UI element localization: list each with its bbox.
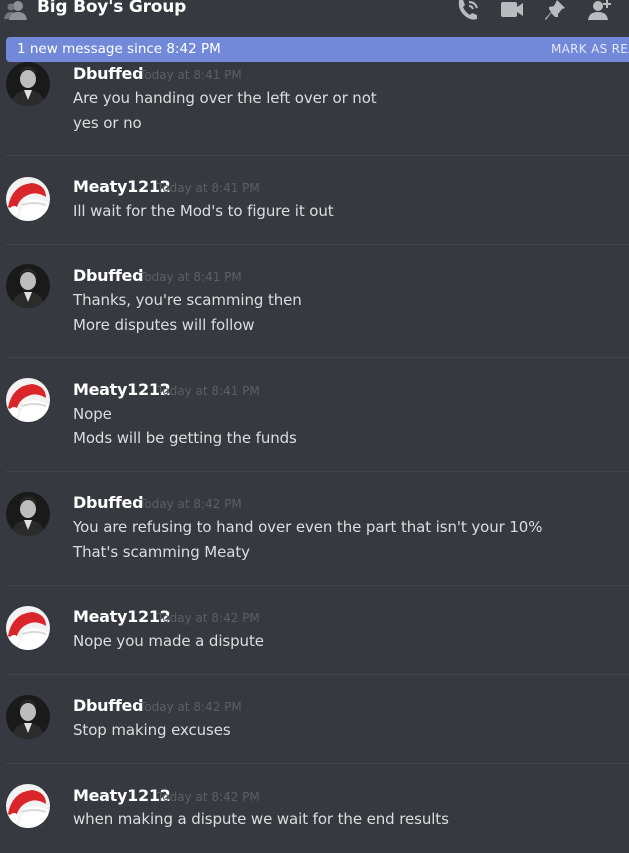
avatar-dbuffed[interactable] bbox=[6, 62, 50, 106]
message-divider bbox=[6, 763, 629, 764]
username[interactable]: Dbuffed bbox=[73, 64, 144, 83]
timestamp: Today at 8:41 PM bbox=[157, 181, 260, 195]
message-divider bbox=[6, 244, 629, 245]
message-feed: Dbuffed Today at 8:41 PM Are you handing… bbox=[0, 0, 629, 853]
avatar-meaty1212[interactable] bbox=[6, 606, 50, 650]
avatar-meaty1212[interactable] bbox=[6, 784, 50, 828]
username[interactable]: Meaty1212 bbox=[73, 380, 171, 399]
username[interactable]: Dbuffed bbox=[73, 493, 144, 512]
username[interactable]: Dbuffed bbox=[73, 696, 144, 715]
message-text: yes or no bbox=[73, 114, 142, 132]
username[interactable]: Meaty1212 bbox=[73, 177, 171, 196]
avatar-dbuffed[interactable] bbox=[6, 264, 50, 308]
channel-header: Big Boy's Group bbox=[0, 0, 629, 36]
username[interactable]: Meaty1212 bbox=[73, 786, 171, 805]
timestamp: Today at 8:41 PM bbox=[139, 68, 242, 82]
message-text: Nope bbox=[73, 405, 112, 423]
timestamp: Today at 8:42 PM bbox=[139, 700, 242, 714]
message-divider bbox=[6, 357, 629, 358]
timestamp: Today at 8:42 PM bbox=[157, 611, 260, 625]
message-text: That's scamming Meaty bbox=[73, 543, 250, 561]
username[interactable]: Meaty1212 bbox=[73, 607, 171, 626]
video-icon[interactable] bbox=[500, 0, 524, 22]
message-text: Stop making excuses bbox=[73, 721, 231, 739]
avatar-dbuffed[interactable] bbox=[6, 695, 50, 739]
pin-icon[interactable] bbox=[545, 0, 569, 22]
message-divider bbox=[6, 471, 629, 472]
message-text: Are you handing over the left over or no… bbox=[73, 89, 377, 107]
new-messages-banner[interactable]: 1 new message since 8:42 PM MARK AS REA bbox=[6, 37, 629, 62]
group-icon bbox=[4, 0, 28, 22]
channel-title: Big Boy's Group bbox=[37, 0, 187, 17]
message-text: More disputes will follow bbox=[73, 316, 255, 334]
timestamp: Today at 8:42 PM bbox=[157, 790, 260, 804]
message-divider bbox=[6, 585, 629, 586]
message-text: You are refusing to hand over even the p… bbox=[73, 518, 543, 536]
message-divider bbox=[6, 674, 629, 675]
message-text: Mods will be getting the funds bbox=[73, 429, 297, 447]
timestamp: Today at 8:42 PM bbox=[139, 497, 242, 511]
new-messages-text: 1 new message since 8:42 PM bbox=[17, 41, 221, 57]
avatar-dbuffed[interactable] bbox=[6, 492, 50, 536]
avatar-meaty1212[interactable] bbox=[6, 177, 50, 221]
message-text: Ill wait for the Mod's to figure it out bbox=[73, 202, 334, 220]
timestamp: Today at 8:41 PM bbox=[157, 384, 260, 398]
add-member-icon[interactable] bbox=[588, 0, 612, 22]
mark-as-read-button[interactable]: MARK AS REA bbox=[551, 42, 629, 56]
username[interactable]: Dbuffed bbox=[73, 266, 144, 285]
message-text: Thanks, you're scamming then bbox=[73, 291, 302, 309]
message-text: when making a dispute we wait for the en… bbox=[73, 810, 449, 828]
call-icon[interactable] bbox=[456, 0, 480, 22]
avatar-meaty1212[interactable] bbox=[6, 378, 50, 422]
message-text: Nope you made a dispute bbox=[73, 632, 264, 650]
timestamp: Today at 8:41 PM bbox=[139, 270, 242, 284]
message-divider bbox=[6, 155, 629, 156]
